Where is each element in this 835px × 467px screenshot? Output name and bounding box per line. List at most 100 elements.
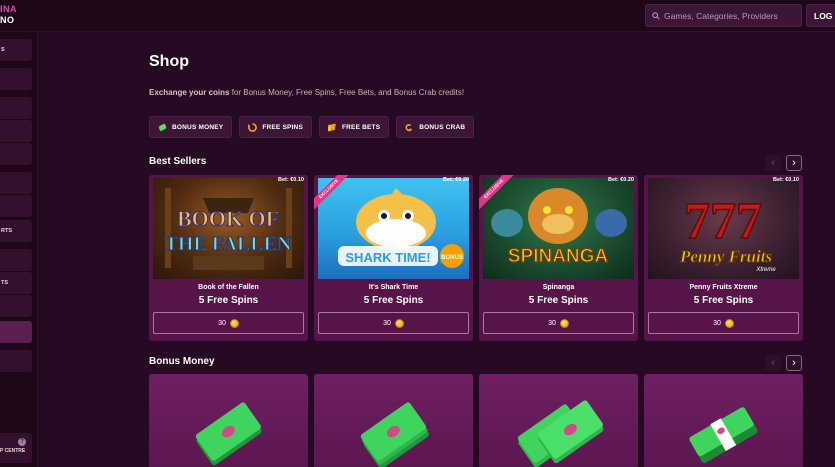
sidebar-item-sports[interactable]: RTS bbox=[0, 220, 32, 242]
subtitle-rest: for Bonus Money, Free Spins, Free Bets, … bbox=[229, 88, 465, 97]
buy-button[interactable]: 30 bbox=[153, 312, 304, 334]
game-card-penny-fruits-xtreme[interactable]: 777 Penny Fruits Xtreme Bet: €0.10 Penny… bbox=[644, 175, 803, 341]
bonus-money-card-1[interactable] bbox=[149, 374, 308, 467]
brand-logo-line1: INA bbox=[0, 4, 17, 14]
help-centre-button[interactable]: ? P CENTRE bbox=[0, 433, 32, 463]
game-name: It's Shark Time bbox=[368, 284, 419, 291]
tab-free-bets[interactable]: FREE BETS bbox=[318, 116, 390, 138]
book-of-the-fallen-art: BOOK OF THE FALLEN bbox=[164, 188, 292, 270]
sidebar: S RTS TS ? P CENTRE bbox=[0, 32, 38, 467]
chevron-right-icon: › bbox=[792, 357, 796, 369]
svg-text:Penny Fruits: Penny Fruits bbox=[679, 247, 772, 266]
tab-free-spins-label: FREE SPINS bbox=[262, 123, 303, 131]
page-title: Shop bbox=[149, 53, 189, 70]
reward-label: 5 Free Spins bbox=[198, 295, 259, 306]
svg-text:Xtreme: Xtreme bbox=[755, 267, 776, 273]
money-stack-icon bbox=[517, 400, 604, 467]
game-name: Book of the Fallen bbox=[198, 284, 259, 291]
chevron-left-icon: ‹ bbox=[771, 157, 775, 169]
search-box[interactable] bbox=[645, 4, 802, 27]
coin-icon bbox=[394, 318, 404, 328]
tab-bonus-crab[interactable]: BONUS CRAB bbox=[396, 116, 475, 138]
bet-amount: Bet: €0.20 bbox=[443, 177, 469, 183]
game-name: Penny Fruits Xtreme bbox=[689, 284, 758, 291]
best-sellers-title: Best Sellers bbox=[149, 156, 207, 167]
price-value: 30 bbox=[383, 319, 391, 327]
game-thumbnail[interactable]: SHARK TIME! BONUS bbox=[318, 178, 469, 279]
tab-bonus-crab-label: BONUS CRAB bbox=[419, 123, 466, 131]
chevron-left-icon: ‹ bbox=[771, 357, 775, 369]
svg-text:THE FALLEN: THE FALLEN bbox=[165, 233, 292, 255]
spinanga-art: SPINANGA bbox=[491, 188, 627, 268]
bonus-money-icon bbox=[158, 123, 167, 131]
money-bill-icon bbox=[195, 402, 262, 466]
money-bundle-icon bbox=[689, 407, 758, 464]
bet-amount: Bet: €0.10 bbox=[278, 177, 304, 183]
bonus-money-card-2[interactable] bbox=[314, 374, 473, 467]
game-name: Spinanga bbox=[542, 284, 575, 291]
buy-button[interactable]: 30 bbox=[318, 312, 469, 334]
sidebar-item-9[interactable] bbox=[0, 249, 32, 271]
bonus-money-prev-button[interactable]: ‹ bbox=[765, 355, 781, 371]
its-shark-time-art: SHARK TIME! BONUS bbox=[338, 188, 464, 268]
sidebar-item-11[interactable] bbox=[0, 295, 32, 317]
coin-icon bbox=[559, 318, 569, 328]
bet-amount: Bet: €0.10 bbox=[773, 177, 799, 183]
top-bar: INA NO LOG I bbox=[0, 0, 835, 32]
page-subtitle: Exchange your coins for Bonus Money, Fre… bbox=[149, 88, 464, 97]
bonus-crab-icon bbox=[405, 123, 413, 131]
tab-free-spins[interactable]: FREE SPINS bbox=[239, 116, 312, 138]
game-thumbnail[interactable]: SPINANGA bbox=[483, 178, 634, 279]
sidebar-item-3[interactable] bbox=[0, 97, 32, 119]
price-value: 30 bbox=[548, 319, 556, 327]
reward-label: 5 Free Spins bbox=[693, 295, 754, 306]
game-card-book-of-the-fallen[interactable]: BOOK OF THE FALLEN Bet: €0.10 Book of th… bbox=[149, 175, 308, 341]
search-icon bbox=[652, 11, 660, 20]
money-bills-icon bbox=[360, 402, 429, 467]
question-icon: ? bbox=[18, 438, 26, 446]
category-tabs: BONUS MONEY FREE SPINS FREE BETS BONUS C… bbox=[149, 116, 475, 138]
svg-text:SPINANGA: SPINANGA bbox=[508, 246, 609, 267]
game-thumbnail[interactable]: 777 Penny Fruits Xtreme bbox=[648, 178, 799, 279]
buy-button[interactable]: 30 bbox=[483, 312, 634, 334]
sidebar-item-6[interactable] bbox=[0, 172, 32, 194]
sidebar-item-13[interactable] bbox=[0, 350, 32, 372]
sidebar-item-2[interactable] bbox=[0, 68, 32, 90]
search-input[interactable] bbox=[664, 10, 799, 21]
reward-label: 5 Free Spins bbox=[528, 295, 589, 306]
best-sellers-prev-button[interactable]: ‹ bbox=[765, 155, 781, 171]
free-spins-icon bbox=[248, 122, 258, 132]
sidebar-item-1[interactable]: S bbox=[0, 39, 32, 61]
reward-label: 5 Free Spins bbox=[363, 295, 424, 306]
help-centre-label: P CENTRE bbox=[0, 448, 26, 454]
price-value: 30 bbox=[218, 319, 226, 327]
bet-amount: Bet: €0.20 bbox=[608, 177, 634, 183]
bonus-money-card-3[interactable] bbox=[479, 374, 638, 467]
sidebar-item-5[interactable] bbox=[0, 143, 32, 165]
tab-free-bets-label: FREE BETS bbox=[341, 123, 381, 131]
price-value: 30 bbox=[713, 319, 721, 327]
buy-button[interactable]: 30 bbox=[648, 312, 799, 334]
sidebar-item-7[interactable] bbox=[0, 195, 32, 217]
brand-logo[interactable]: INA NO bbox=[0, 4, 17, 26]
svg-text:BOOK OF: BOOK OF bbox=[177, 206, 279, 231]
subtitle-bold: Exchange your coins bbox=[149, 88, 230, 97]
svg-text:BONUS: BONUS bbox=[441, 255, 463, 261]
bonus-money-next-button[interactable]: › bbox=[786, 355, 802, 371]
login-button[interactable]: LOG I bbox=[806, 4, 835, 27]
sidebar-item-4[interactable] bbox=[0, 120, 32, 142]
sidebar-item-shop[interactable] bbox=[0, 321, 32, 343]
free-bets-icon bbox=[327, 123, 336, 131]
coin-icon bbox=[229, 318, 239, 328]
svg-text:777: 777 bbox=[684, 193, 762, 250]
game-card-spinanga[interactable]: SPINANGA EXCLUSIVE Bet: €0.20 Spinanga 5… bbox=[479, 175, 638, 341]
bonus-money-card-4[interactable] bbox=[644, 374, 803, 467]
tab-bonus-money-label: BONUS MONEY bbox=[172, 123, 224, 131]
game-card-its-shark-time[interactable]: SHARK TIME! BONUS EXCLUSIVE Bet: €0.20 I… bbox=[314, 175, 473, 341]
game-thumbnail[interactable]: BOOK OF THE FALLEN bbox=[153, 178, 304, 279]
brand-logo-line2: NO bbox=[0, 15, 15, 25]
penny-fruits-art: 777 Penny Fruits Xtreme bbox=[679, 192, 777, 273]
best-sellers-next-button[interactable]: › bbox=[786, 155, 802, 171]
tab-bonus-money[interactable]: BONUS MONEY bbox=[149, 116, 233, 138]
sidebar-item-esports[interactable]: TS bbox=[0, 272, 32, 294]
